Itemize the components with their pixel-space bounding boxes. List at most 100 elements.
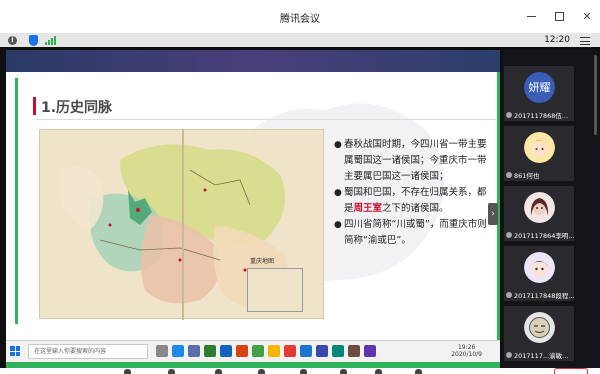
participant-tile[interactable]: 2017117864李明...: [504, 186, 574, 241]
mic-icon: [506, 291, 512, 298]
mic-icon: [506, 351, 512, 358]
bullet-text: 四川省简称“川或蜀”，而重庆市则简称“渝或巴”。: [344, 217, 494, 249]
presentation-slide: 1.历史同脉 重庆地图 ● 春秋战国时期，今四川省一带主要属蜀国这一诸侯国；今重…: [6, 72, 500, 340]
participant-name: 2017117...渝敏...: [514, 351, 569, 360]
excel-icon[interactable]: [204, 345, 216, 357]
participant-tile[interactable]: 861何也: [504, 126, 574, 181]
powerpoint-icon[interactable]: [236, 345, 248, 357]
taskbar-search-input[interactable]: 在这里输入你要搜索的内容: [28, 344, 148, 359]
signal-icon[interactable]: [45, 36, 56, 45]
avatar: [524, 132, 555, 163]
taskbar-clock: 19:26 2020/10/9: [451, 344, 482, 358]
avatar-initials: 妍耀: [524, 72, 555, 103]
meeting-control-bar: [0, 368, 600, 374]
shield-icon[interactable]: [29, 35, 38, 46]
task-view-icon[interactable]: [156, 345, 168, 357]
participant-name: 861何也: [514, 171, 540, 180]
word-icon[interactable]: [220, 345, 232, 357]
avatar: [524, 192, 555, 223]
minimize-button[interactable]: [524, 9, 538, 23]
mute-icon[interactable]: [124, 369, 131, 374]
end-meeting-button[interactable]: [554, 368, 588, 374]
participant-name-row: 2017117...渝敏...: [504, 349, 574, 360]
bullet-text-part: 四川省简称“川或蜀”，而重庆市则简称“渝或巴”。: [344, 219, 487, 246]
record-icon[interactable]: [375, 369, 382, 374]
minimize-icon: [526, 15, 536, 17]
participant-name-row: 2017117864李明...: [504, 229, 574, 240]
participant-name-row: 861何也: [504, 169, 574, 180]
bullet-text: 蜀国和巴国，不存在归属关系，都是周王室之下的诸侯国。: [344, 185, 494, 217]
participant-tile[interactable]: 2017117848段程...: [504, 246, 574, 301]
participant-name: 2017117868伍...: [514, 111, 569, 120]
participant-panel: 妍耀 2017117868伍... 861何也 2017117864李明... …: [502, 50, 600, 368]
avatar: 妍耀: [524, 72, 555, 103]
avatar: [524, 312, 555, 343]
windows-taskbar: 在这里输入你要搜索的内容 19:26 2020/10/9: [6, 340, 500, 362]
bullet-highlight: 周王室: [353, 203, 383, 214]
heading-marker: [33, 97, 36, 115]
window-title: 腾讯会议: [280, 14, 320, 25]
taskbar-date: 2020/10/9: [451, 351, 482, 358]
bullet-item: ● 四川省简称“川或蜀”，而重庆市则简称“渝或巴”。: [334, 217, 494, 249]
invite-icon[interactable]: [258, 369, 265, 374]
edge-icon[interactable]: [172, 345, 184, 357]
bullet-dot-icon: ●: [334, 220, 342, 230]
folder-icon[interactable]: [268, 345, 280, 357]
app-icon[interactable]: [188, 345, 200, 357]
windows-start-icon[interactable]: [10, 346, 20, 356]
slide-heading: 1.历史同脉: [41, 100, 113, 116]
settings-icon[interactable]: [415, 369, 422, 374]
mic-icon: [506, 111, 512, 118]
slide-left-accent: [15, 78, 18, 324]
participant-scrollbar[interactable]: [594, 55, 597, 135]
participant-name: 2017117864李明...: [514, 231, 574, 240]
menu-icon[interactable]: [580, 37, 590, 45]
window-controls: ✕: [524, 9, 594, 23]
meeting-status-bar: i 12:20: [0, 34, 600, 47]
taskbar-time: 19:26: [457, 344, 476, 351]
collapse-panel-button[interactable]: ›: [488, 203, 498, 225]
maximize-icon: [554, 11, 564, 21]
heading-divider: [36, 119, 496, 120]
maximize-button[interactable]: [552, 9, 566, 23]
shared-screen: 1.历史同脉 重庆地图 ● 春秋战国时期，今四川省一带主要属蜀国这一诸侯国；今重…: [6, 50, 500, 368]
title-bar: 腾讯会议 ✕: [0, 0, 600, 34]
meeting-clock: 12:20: [544, 35, 570, 45]
bullet-text-part: 春秋战国时期，今四川省一带主要属蜀国这一诸侯国；今重庆市一带主要属巴国这一诸侯国…: [344, 139, 487, 182]
video-icon[interactable]: [168, 369, 175, 374]
app-icon[interactable]: [300, 345, 312, 357]
participant-tile[interactable]: 妍耀 2017117868伍...: [504, 66, 574, 121]
taskbar-apps: [156, 345, 376, 357]
mic-icon: [506, 171, 512, 178]
bullet-dot-icon: ●: [334, 140, 342, 150]
participant-name-row: 2017117868伍...: [504, 109, 574, 120]
shared-screen-desktop-strip: [6, 50, 500, 72]
participant-name-row: 2017117848段程...: [504, 289, 574, 300]
bullet-text: 春秋战国时期，今四川省一带主要属蜀国这一诸侯国；今重庆市一带主要属巴国这一诸侯国…: [344, 137, 494, 185]
bullet-text-part: 之下的诸侯国。: [382, 203, 449, 214]
mic-icon: [506, 231, 512, 238]
info-icon[interactable]: i: [8, 36, 17, 45]
app-icon[interactable]: [348, 345, 360, 357]
bullet-item: ● 蜀国和巴国，不存在归属关系，都是周王室之下的诸侯国。: [334, 185, 494, 217]
chrome-icon[interactable]: [284, 345, 296, 357]
bullet-dot-icon: ●: [334, 188, 342, 198]
close-button[interactable]: ✕: [580, 9, 594, 23]
historical-map: 重庆地图: [39, 129, 324, 320]
app-icon[interactable]: [364, 345, 376, 357]
avatar: [524, 252, 555, 283]
app-icon[interactable]: [332, 345, 344, 357]
wechat-icon[interactable]: [252, 345, 264, 357]
map-fold-line: [182, 130, 184, 320]
app-icon[interactable]: [316, 345, 328, 357]
chat-icon[interactable]: [340, 369, 347, 374]
share-screen-icon[interactable]: [215, 369, 222, 374]
bullet-item: ● 春秋战国时期，今四川省一带主要属蜀国这一诸侯国；今重庆市一带主要属巴国这一诸…: [334, 137, 494, 185]
participant-tile[interactable]: 2017117...渝敏...: [504, 306, 574, 361]
participant-name: 2017117848段程...: [514, 291, 574, 300]
close-icon: ✕: [582, 9, 592, 23]
map-legend: [247, 268, 303, 312]
slide-bullet-list: ● 春秋战国时期，今四川省一带主要属蜀国这一诸侯国；今重庆市一带主要属巴国这一诸…: [334, 137, 494, 249]
members-icon[interactable]: [300, 369, 307, 374]
map-legend-title: 重庆地图: [250, 258, 275, 265]
